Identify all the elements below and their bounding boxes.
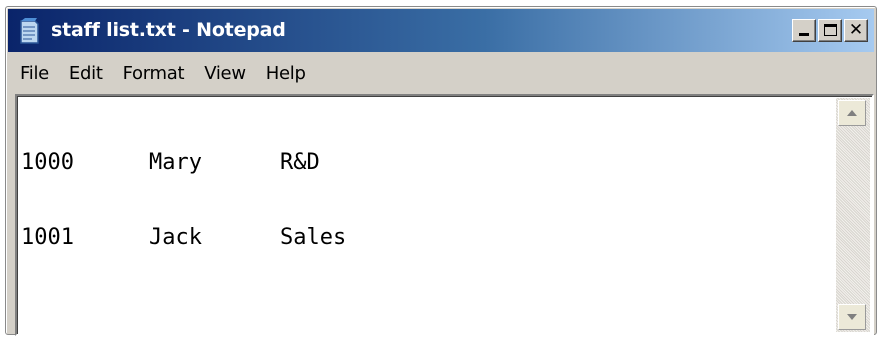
arrow-up-icon [847,110,857,116]
menu-view[interactable]: View [204,63,246,84]
title-bar[interactable]: staff list.txt - Notepad ✕ [8,9,874,52]
menu-bar: File Edit Format View Help [8,54,874,92]
menu-help[interactable]: Help [266,63,306,84]
staff-department: Sales [280,225,347,250]
text-editor[interactable]: 1000 Mary R&D 1001 Jack Sales [15,94,874,336]
text-content[interactable]: 1000 Mary R&D 1001 Jack Sales [21,100,834,332]
staff-name: Mary [149,150,202,175]
minimize-icon [799,33,809,36]
text-line: 1000 Mary R&D [21,150,834,175]
close-button[interactable]: ✕ [844,19,868,42]
notepad-window: staff list.txt - Notepad ✕ File Edit For… [5,6,877,336]
scroll-up-button[interactable] [838,100,866,126]
window-controls: ✕ [792,19,868,42]
close-icon: ✕ [848,20,864,40]
minimize-button[interactable] [792,19,816,42]
vertical-scrollbar[interactable] [836,98,870,332]
menu-edit[interactable]: Edit [69,63,103,84]
text-line: 1001 Jack Sales [21,225,834,250]
scroll-down-button[interactable] [838,304,866,330]
window-title: staff list.txt - Notepad [51,19,286,41]
staff-id: 1000 [21,150,74,175]
staff-department: R&D [280,150,320,175]
staff-name: Jack [149,225,202,250]
maximize-icon [824,24,837,36]
menu-file[interactable]: File [20,63,49,84]
arrow-down-icon [847,314,857,320]
staff-id: 1001 [21,225,74,250]
menu-format[interactable]: Format [123,63,185,84]
notepad-icon [20,18,39,44]
maximize-button[interactable] [818,19,842,42]
